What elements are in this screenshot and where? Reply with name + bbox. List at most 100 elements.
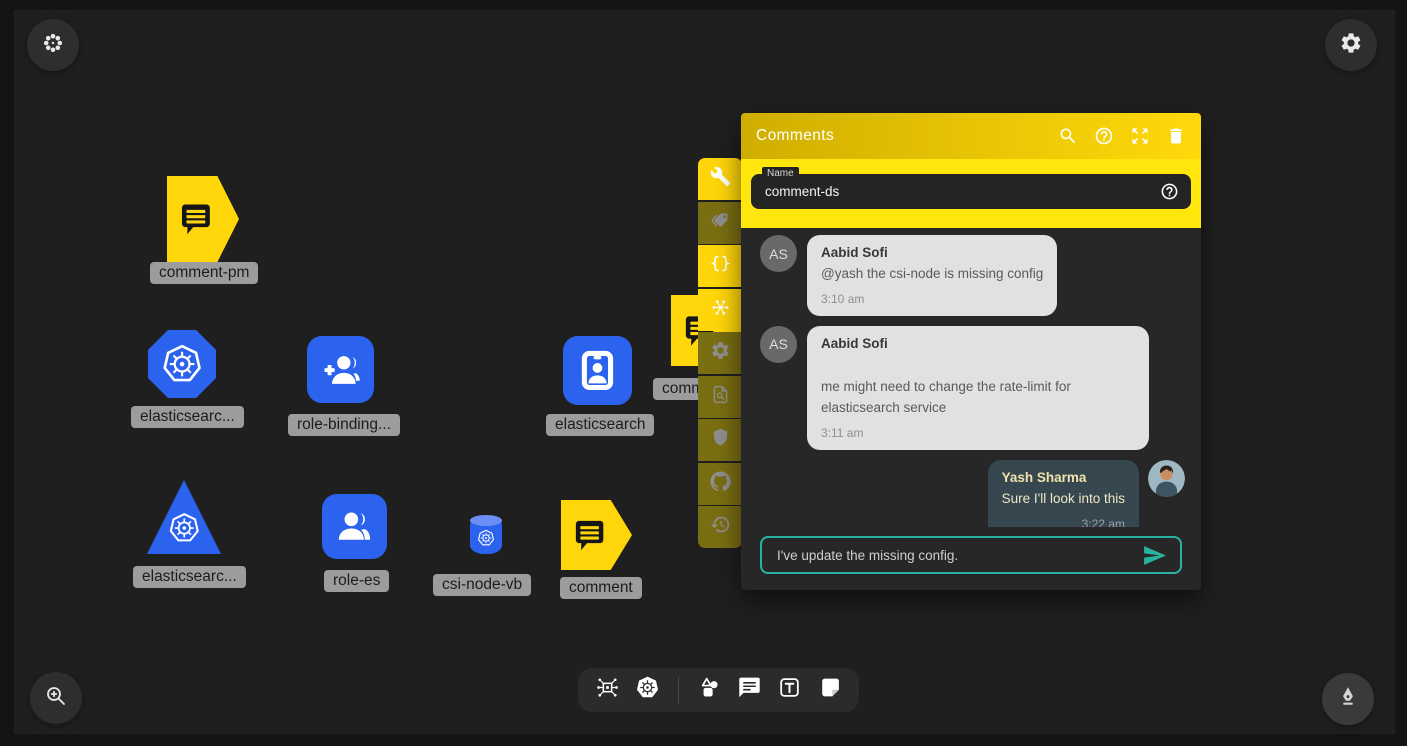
side-tool-kubernetes-button[interactable] [698, 289, 742, 331]
help-icon [1094, 126, 1114, 146]
name-input[interactable] [763, 183, 1160, 200]
bottom-tool-note-button[interactable] [817, 678, 842, 703]
avatar [1148, 460, 1185, 497]
pen-nib-icon [1336, 685, 1360, 714]
tags-icon [710, 210, 731, 236]
node-elasticsearch-triangle[interactable] [147, 480, 221, 554]
gear-icon [1339, 31, 1363, 60]
node-comment[interactable] [561, 500, 632, 570]
chat-message: AS Aabid Sofi @yash the csi-node is miss… [760, 235, 1185, 316]
name-field-label: Name [762, 167, 799, 180]
flower-logo-icon [41, 31, 65, 60]
node-label-elasticsearch-sa: elasticsearch [546, 414, 654, 436]
chat-message: Yash Sharma Sure I'll look into this 3:2… [760, 460, 1185, 527]
message-time: 3:22 am [1002, 517, 1125, 527]
toolbar-separator [678, 677, 679, 704]
side-tool-github-button[interactable] [698, 463, 742, 505]
send-icon [1142, 543, 1167, 568]
bottom-tool-integrations-button[interactable] [595, 678, 620, 703]
node-label-role-es: role-es [324, 570, 389, 592]
shapes-icon [697, 675, 722, 705]
bottom-tool-comment-button[interactable] [737, 678, 762, 703]
zoom-button[interactable] [30, 672, 82, 724]
help-icon[interactable] [1160, 182, 1179, 201]
node-label-role-binding: role-binding... [288, 414, 400, 436]
message-author: Yash Sharma [1002, 470, 1125, 485]
chat-input-box[interactable] [760, 536, 1182, 574]
node-role-binding[interactable] [307, 336, 374, 403]
note-icon [817, 675, 842, 705]
message-text: @yash the csi-node is missing config [821, 264, 1043, 285]
bottom-tool-kubernetes-button[interactable] [635, 678, 660, 703]
message-author: Aabid Sofi [821, 245, 1043, 260]
panel-help-button[interactable] [1094, 126, 1114, 146]
history-icon [710, 514, 731, 540]
side-tool-inspect-button[interactable] [698, 376, 742, 418]
text-tool-icon [777, 675, 802, 705]
send-icon[interactable] [1142, 543, 1167, 568]
comment-filled-icon [737, 675, 762, 705]
side-toolbar [698, 158, 742, 548]
side-tool-history-button[interactable] [698, 506, 742, 548]
chat-input-row [741, 527, 1201, 590]
node-comment-pm[interactable] [167, 176, 239, 262]
message-bubble: Yash Sharma Sure I'll look into this 3:2… [988, 460, 1139, 527]
file-search-icon [710, 384, 731, 410]
zoom-in-icon [44, 684, 68, 713]
avatar: AS [760, 326, 797, 363]
panel-delete-button[interactable] [1166, 126, 1186, 146]
app-logo-button[interactable] [27, 19, 79, 71]
gear-icon [710, 340, 731, 366]
panel-header-icons [1058, 126, 1186, 146]
bottom-tool-shapes-button[interactable] [697, 678, 722, 703]
message-bubble: Aabid Sofi @yash the csi-node is missing… [807, 235, 1057, 316]
name-field[interactable]: Name [751, 174, 1191, 209]
node-elasticsearch-octagon[interactable] [148, 330, 216, 398]
node-label-csi-node-vb: csi-node-vb [433, 574, 531, 596]
braces-icon [710, 253, 731, 279]
side-tool-configure-button[interactable] [698, 158, 742, 200]
panel-body: AS Aabid Sofi @yash the csi-node is miss… [741, 228, 1201, 590]
message-list: AS Aabid Sofi @yash the csi-node is miss… [741, 228, 1201, 527]
panel-title: Comments [756, 127, 1058, 145]
wrench-icon [710, 166, 731, 192]
kubernetes-filled-icon [635, 675, 660, 705]
comments-panel: Comments Name AS Aabid Sofi @yash the cs… [741, 113, 1201, 590]
message-time: 3:10 am [821, 292, 1043, 306]
expand-icon [1130, 126, 1150, 146]
panel-search-button[interactable] [1058, 126, 1078, 146]
node-csi-node-vb[interactable] [470, 516, 502, 554]
pen-tool-button[interactable] [1322, 673, 1374, 725]
shield-icon [710, 427, 731, 453]
side-tool-json-button[interactable] [698, 245, 742, 287]
bottom-tool-text-button[interactable] [777, 678, 802, 703]
settings-button[interactable] [1325, 19, 1377, 71]
message-time: 3:11 am [821, 426, 1135, 440]
name-section: Name [741, 159, 1201, 228]
message-text: Sure I'll look into this [1002, 489, 1125, 510]
trash-icon [1166, 126, 1186, 146]
github-icon [710, 471, 731, 497]
node-role-es[interactable] [322, 494, 387, 559]
side-tool-tags-button[interactable] [698, 202, 742, 244]
panel-expand-button[interactable] [1130, 126, 1150, 146]
comments-panel-header[interactable]: Comments [741, 113, 1201, 159]
message-gap [821, 351, 1135, 373]
canvas[interactable]: comment-pm elasticsearc... role-binding...… [14, 10, 1395, 734]
help-icon [1160, 182, 1179, 201]
chat-message: AS Aabid Sofi me might need to change th… [760, 326, 1185, 450]
side-tool-settings-button[interactable] [698, 332, 742, 374]
node-elasticsearch-sa[interactable] [563, 336, 632, 405]
search-icon [1058, 126, 1078, 146]
integration-icon [595, 675, 620, 705]
node-label-comment-pm: comment-pm [150, 262, 258, 284]
bottom-toolbar [578, 668, 859, 712]
node-label-comment: comment [560, 577, 642, 599]
message-bubble: Aabid Sofi me might need to change the r… [807, 326, 1149, 450]
side-tool-security-button[interactable] [698, 419, 742, 461]
message-author: Aabid Sofi [821, 336, 1135, 351]
hub-icon [710, 297, 731, 323]
avatar: AS [760, 235, 797, 272]
chat-input[interactable] [775, 547, 1142, 564]
node-label-elasticsearch-triangle: elasticsearc... [133, 566, 246, 588]
